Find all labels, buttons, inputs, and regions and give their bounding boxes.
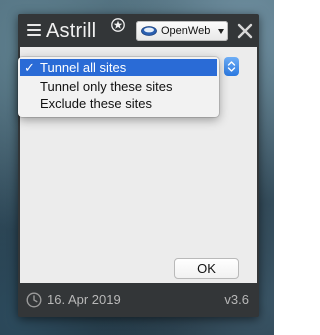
- dropdown-option-tunnel-only[interactable]: Tunnel only these sites: [20, 78, 217, 95]
- status-bar: 16. Apr 2019 v3.6: [18, 284, 259, 317]
- option-label: Exclude these sites: [40, 96, 153, 111]
- select-arrows-icon[interactable]: [224, 57, 239, 76]
- globe-icon: [141, 26, 157, 36]
- option-label: Tunnel all sites: [40, 60, 127, 75]
- date-label: 16. Apr 2019: [47, 292, 121, 307]
- tunnel-mode-dropdown[interactable]: ✓ Tunnel all sites Tunnel only these sit…: [18, 57, 219, 117]
- clock-icon: [26, 292, 42, 308]
- server-selector-button[interactable]: OpenWeb: [136, 21, 228, 41]
- dropdown-option-exclude[interactable]: Exclude these sites: [20, 95, 217, 112]
- option-label: Tunnel only these sites: [40, 79, 173, 94]
- ok-button[interactable]: OK: [174, 258, 239, 279]
- checkmark-icon: ✓: [24, 60, 35, 75]
- title-bar: Astrill OpenWeb: [18, 14, 259, 47]
- chevron-down-icon: [218, 29, 224, 34]
- version-label: v3.6: [224, 292, 249, 307]
- astrill-star-icon: [111, 18, 125, 32]
- dropdown-option-tunnel-all[interactable]: ✓ Tunnel all sites: [20, 59, 217, 76]
- app-title: Astrill: [46, 20, 97, 42]
- server-label: OpenWeb: [161, 25, 211, 37]
- hamburger-menu-icon[interactable]: [27, 24, 41, 37]
- close-icon[interactable]: [237, 23, 253, 39]
